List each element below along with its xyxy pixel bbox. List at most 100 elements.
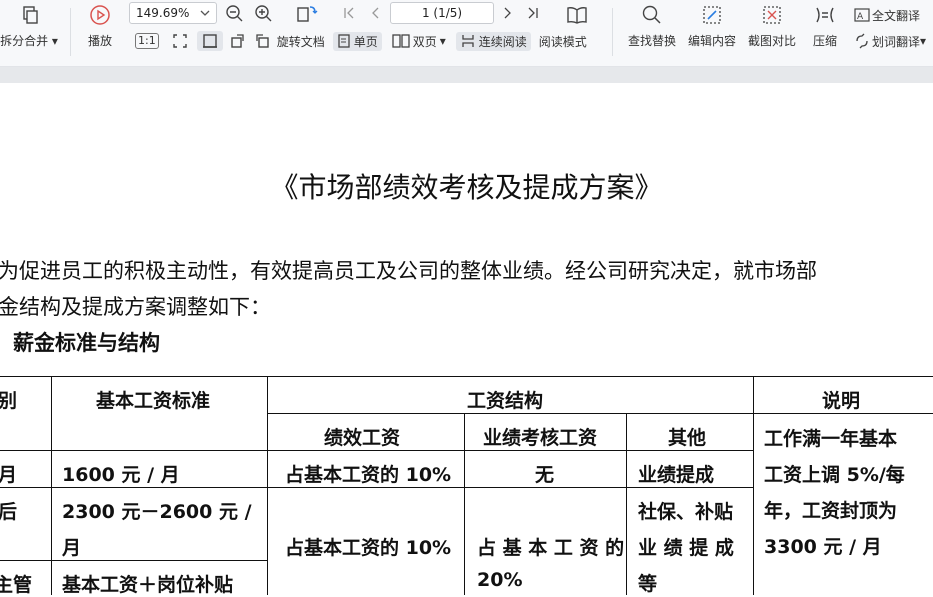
translate-icon: A bbox=[854, 8, 870, 22]
intro-paragraph-line-2: 金结构及提成方案调整如下： bbox=[0, 295, 271, 319]
table-cell: 工作满一年基本 bbox=[764, 428, 898, 450]
toolbar: 拆分合并 ▾ 播放 149.69% 1 (1/5) 1:1 旋转文档 单页 双页… bbox=[0, 0, 933, 67]
play-label: 播放 bbox=[87, 34, 112, 48]
table-cell: 主管 bbox=[0, 574, 33, 596]
last-page-icon[interactable] bbox=[526, 6, 540, 20]
split-merge-button[interactable]: 拆分合并 ▾ bbox=[0, 0, 58, 66]
toolbar-divider bbox=[70, 8, 71, 56]
word-translate-label: 划词翻译 bbox=[872, 34, 921, 49]
table-cell: 月 bbox=[0, 464, 18, 486]
double-page-label: 双页 bbox=[412, 34, 437, 49]
find-replace-label: 查找替换 bbox=[627, 34, 676, 48]
table-border bbox=[267, 413, 753, 414]
table-header-cell: 说明 bbox=[822, 390, 861, 412]
rotate-doc-icon[interactable] bbox=[295, 3, 319, 25]
fit-width-icon bbox=[202, 34, 217, 48]
table-cell: 占基本工资的 10% bbox=[285, 537, 452, 559]
table-border bbox=[753, 376, 754, 595]
table-cell: 年，工资封顶为 bbox=[764, 500, 898, 522]
document-page: 《市场部绩效考核及提成方案》 为促进员工的积极主动性，有效提高员工及公司的整体业… bbox=[0, 83, 933, 596]
full-translate-button[interactable]: A 全文翻译 bbox=[854, 4, 920, 26]
table-cell: 社保、补贴 bbox=[638, 501, 734, 523]
split-merge-label: 拆分合并 bbox=[0, 34, 49, 48]
compress-button[interactable]: 压缩 bbox=[808, 0, 842, 66]
word-translate-button[interactable]: 划词翻译 ▾ bbox=[854, 30, 926, 52]
search-icon bbox=[642, 5, 661, 24]
edit-content-button[interactable]: 编辑内容 bbox=[686, 0, 738, 66]
table-cell: 基本工资＋岗位补贴 bbox=[62, 574, 234, 596]
first-page-icon[interactable] bbox=[342, 6, 356, 20]
table-border bbox=[464, 413, 465, 595]
book-icon bbox=[567, 7, 587, 24]
table-border bbox=[0, 487, 753, 488]
table-header-cell: 工资结构 bbox=[467, 390, 544, 412]
table-cell: 2300 元－2600 元 / bbox=[62, 501, 252, 523]
zoom-select[interactable]: 149.69% bbox=[129, 2, 217, 24]
document-title: 《市场部绩效考核及提成方案》 bbox=[270, 171, 663, 204]
table-border bbox=[0, 376, 933, 377]
page-gap bbox=[0, 67, 933, 83]
page-input[interactable]: 1 (1/5) bbox=[390, 2, 494, 24]
full-translate-label: 全文翻译 bbox=[872, 8, 921, 23]
table-border bbox=[753, 413, 933, 414]
continuous-read-icon bbox=[462, 35, 474, 47]
table-border bbox=[0, 560, 267, 561]
page-indicator: 1 (1/5) bbox=[421, 6, 463, 20]
single-page-button[interactable]: 单页 bbox=[332, 31, 382, 51]
continuous-read-button[interactable]: 连续阅读 bbox=[455, 31, 531, 51]
continuous-read-label: 连续阅读 bbox=[478, 34, 527, 49]
table-cell: 3300 元 / 月 bbox=[764, 536, 882, 558]
table-border bbox=[0, 450, 753, 451]
next-page-icon[interactable] bbox=[501, 6, 515, 20]
table-cell: 占基本工资的 10% bbox=[285, 464, 452, 486]
zoom-out-icon[interactable] bbox=[225, 4, 245, 24]
screenshot-compare-label: 截图对比 bbox=[747, 34, 796, 48]
find-replace-button[interactable]: 查找替换 bbox=[624, 0, 680, 66]
fit-page-icon[interactable] bbox=[171, 32, 189, 50]
read-mode-label[interactable]: 阅读模式 bbox=[539, 33, 587, 50]
section-heading: 、薪金标准与结构 bbox=[0, 331, 160, 355]
table-border bbox=[626, 413, 627, 595]
edit-icon bbox=[703, 6, 721, 24]
table-cell: 1600 元 / 月 bbox=[62, 464, 180, 486]
table-border bbox=[267, 376, 268, 595]
table-header-cell: 别 bbox=[0, 390, 18, 412]
table-header-cell: 其他 bbox=[668, 427, 707, 449]
chevron-down-icon bbox=[200, 10, 210, 16]
table-border bbox=[51, 376, 52, 595]
double-page-icon bbox=[392, 34, 410, 48]
double-page-button[interactable]: 双页 ▾ bbox=[388, 32, 450, 51]
rotate-right-icon[interactable] bbox=[253, 32, 271, 50]
zoom-value: 149.69% bbox=[136, 6, 190, 20]
table-cell: 业绩提成 bbox=[638, 464, 715, 486]
table-cell: 月 bbox=[62, 537, 82, 559]
table-cell: 等 bbox=[638, 573, 658, 595]
single-page-label: 单页 bbox=[353, 34, 378, 49]
zoom-in-icon[interactable] bbox=[254, 4, 274, 24]
screenshot-compare-icon bbox=[763, 6, 781, 24]
table-cell: 后 bbox=[0, 501, 18, 523]
table-header-cell: 基本工资标准 bbox=[96, 390, 211, 412]
split-merge-icon bbox=[23, 6, 38, 24]
table-header-cell: 绩效工资 bbox=[324, 427, 401, 449]
single-page-icon bbox=[338, 34, 350, 48]
table-cell: 20% bbox=[477, 569, 523, 591]
play-icon bbox=[90, 5, 110, 25]
word-translate-icon bbox=[856, 33, 868, 49]
table-header-cell: 业绩考核工资 bbox=[483, 427, 598, 449]
fit-width-button[interactable] bbox=[196, 31, 223, 51]
table-cell: 占 基 本 工 资 的 bbox=[477, 537, 625, 559]
screenshot-compare-button[interactable]: 截图对比 bbox=[746, 0, 798, 66]
compress-label: 压缩 bbox=[812, 34, 837, 48]
prev-page-icon[interactable] bbox=[368, 6, 382, 20]
play-button[interactable]: 播放 bbox=[82, 0, 118, 66]
rotate-left-icon[interactable] bbox=[229, 32, 247, 50]
intro-paragraph-line-1: 为促进员工的积极主动性，有效提高员工及公司的整体业绩。经公司研究决定，就市场部 bbox=[0, 259, 817, 283]
table-cell: 工资上调 5%/每 bbox=[764, 464, 905, 486]
actual-size-button[interactable]: 1:1 bbox=[135, 33, 159, 49]
table-cell: 业 绩 提 成 bbox=[638, 537, 734, 559]
compress-icon bbox=[816, 7, 834, 23]
view-controls: 1:1 旋转文档 单页 双页 ▾ 连续阅读 阅读模式 bbox=[135, 30, 587, 52]
rotate-doc-label[interactable]: 旋转文档 bbox=[277, 33, 325, 50]
edit-content-label: 编辑内容 bbox=[687, 34, 736, 48]
